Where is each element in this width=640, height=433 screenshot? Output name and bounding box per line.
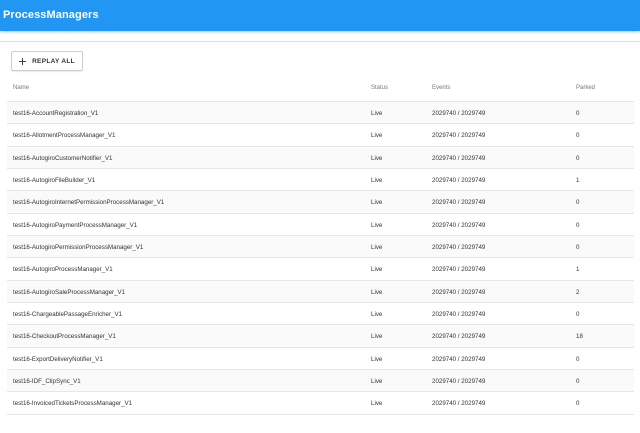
table-header: Name Status Events Parked xyxy=(7,78,634,102)
cell-name[interactable]: test16-ChargeablePassageEnricher_V1 xyxy=(13,311,122,318)
cell-events: 2029740 / 2029749 xyxy=(432,400,486,408)
app-bar: ProcessManagers xyxy=(0,0,640,31)
cell-events: 2029740 / 2029749 xyxy=(432,378,486,386)
plus-icon xyxy=(19,57,27,65)
cell-name[interactable]: test16-CheckoutProcessManager_V1 xyxy=(13,333,116,340)
cell-events: 2029740 / 2029749 xyxy=(432,333,486,341)
table-row[interactable]: test16-InvoicedTicketsProcessManager_V1 L… xyxy=(7,392,634,415)
cell-name[interactable]: test16-IDF_ClipSync_V1 xyxy=(13,378,81,385)
cell-events: 2029740 / 2029749 xyxy=(432,311,486,319)
cell-status: Live xyxy=(371,355,383,363)
cell-name[interactable]: test16-AutogiroFileBuilder_V1 xyxy=(13,177,95,184)
cell-events: 2029740 / 2029749 xyxy=(432,221,486,229)
table-row[interactable]: test16-IDF_ClipSync_V1 Live 2029740 / 2029… xyxy=(7,370,634,393)
cell-events: 2029740 / 2029749 xyxy=(432,199,486,207)
cell-parked: 1 xyxy=(576,177,580,185)
cell-events: 2029740 / 2029749 xyxy=(432,177,486,185)
table-row[interactable]: test16-AutogiroPermissionProcessManager_… xyxy=(7,236,634,259)
cell-status: Live xyxy=(371,311,383,319)
table-body: test16-AccountRegistration_V1 Live 2029740… xyxy=(7,102,634,415)
cell-status: Live xyxy=(371,132,383,140)
cell-status: Live xyxy=(371,154,383,162)
table-row[interactable]: test16-ExportDeliveryNotifier_V1 Live 2029… xyxy=(7,348,634,371)
app-title: ProcessManagers xyxy=(3,9,99,21)
table-row[interactable]: test16-AccountRegistration_V1 Live 2029740… xyxy=(7,102,634,125)
cell-status: Live xyxy=(371,266,383,274)
column-header-status[interactable]: Status xyxy=(371,85,388,91)
cell-status: Live xyxy=(371,333,383,341)
cell-status: Live xyxy=(371,221,383,229)
table-row[interactable]: test16-AutogiroInternetPermissionProcess… xyxy=(7,191,634,214)
cell-parked: 0 xyxy=(576,400,580,408)
replay-all-label: REPLAY ALL xyxy=(32,57,75,65)
cell-name[interactable]: test16-AutogiroProcessManager_V1 xyxy=(13,266,113,273)
table-row[interactable]: test16-AutogiroPaymentProcessManager_V1 L… xyxy=(7,214,634,237)
cell-parked: 0 xyxy=(576,199,580,207)
cell-name[interactable]: test16-AutogiroPaymentProcessManager_V1 xyxy=(13,222,137,229)
cell-status: Live xyxy=(371,400,383,408)
cell-events: 2029740 / 2029749 xyxy=(432,288,486,296)
cell-events: 2029740 / 2029749 xyxy=(432,110,486,117)
cell-parked: 0 xyxy=(576,110,580,117)
table-row[interactable]: test16-ChargeablePassageEnricher_V1 Live 2… xyxy=(7,303,634,326)
cell-events: 2029740 / 2029749 xyxy=(432,154,486,162)
divider xyxy=(0,41,640,42)
cell-parked: 18 xyxy=(576,333,583,341)
replay-all-button[interactable]: REPLAY ALL xyxy=(11,51,83,71)
table-row[interactable]: test16-AutogiroProcessManager_V1 Live 2029… xyxy=(7,258,634,281)
cell-name[interactable]: test16-AccountRegistration_V1 xyxy=(13,110,98,117)
cell-name[interactable]: test16-AutogiroPermissionProcessManager_… xyxy=(13,244,143,251)
cell-status: Live xyxy=(371,378,383,386)
cell-events: 2029740 / 2029749 xyxy=(432,132,486,140)
cell-parked: 0 xyxy=(576,355,580,363)
column-header-parked[interactable]: Parked xyxy=(576,85,595,91)
cell-parked: 0 xyxy=(576,378,580,386)
cell-parked: 0 xyxy=(576,244,580,252)
cell-status: Live xyxy=(371,177,383,185)
cell-events: 2029740 / 2029749 xyxy=(432,244,486,252)
cell-name[interactable]: test16-AutogiroCustomerNotifier_V1 xyxy=(13,155,112,162)
cell-parked: 0 xyxy=(576,132,580,140)
cell-status: Live xyxy=(371,244,383,252)
cell-events: 2029740 / 2029749 xyxy=(432,266,486,274)
cell-name[interactable]: test16-ExportDeliveryNotifier_V1 xyxy=(13,356,103,363)
table-row[interactable]: test16-AutogiroFileBuilder_V1 Live 2029740… xyxy=(7,169,634,192)
cell-events: 2029740 / 2029749 xyxy=(432,355,486,363)
cell-parked: 0 xyxy=(576,311,580,319)
column-header-name[interactable]: Name xyxy=(13,85,29,91)
table-row[interactable]: test16-CheckoutProcessManager_V1 Live 2029… xyxy=(7,325,634,348)
cell-name[interactable]: test16-AutogiroInternetPermissionProcess… xyxy=(13,199,164,206)
table-row[interactable]: test16-AutogiroCustomerNotifier_V1 Live 20… xyxy=(7,146,634,170)
cell-status: Live xyxy=(371,199,383,207)
cell-parked: 0 xyxy=(576,154,580,162)
column-header-events[interactable]: Events xyxy=(432,85,450,91)
cell-parked: 1 xyxy=(576,266,580,274)
cell-name[interactable]: test16-AutogiroSaleProcessManager_V1 xyxy=(13,289,125,296)
cell-parked: 2 xyxy=(576,288,580,296)
cell-status: Live xyxy=(371,288,383,296)
table-row[interactable]: test16-AutogiroSaleProcessManager_V1 Live… xyxy=(7,280,634,304)
process-managers-table: Name Status Events Parked test16-Account… xyxy=(7,78,634,415)
cell-name[interactable]: test16-InvoicedTicketsProcessManager_V1 xyxy=(13,400,132,407)
table-row[interactable]: test16-AllotmentProcessManager_V1 Live 202… xyxy=(7,124,634,147)
cell-parked: 0 xyxy=(576,221,580,229)
cell-status: Live xyxy=(371,110,383,117)
cell-name[interactable]: test16-AllotmentProcessManager_V1 xyxy=(13,132,116,139)
